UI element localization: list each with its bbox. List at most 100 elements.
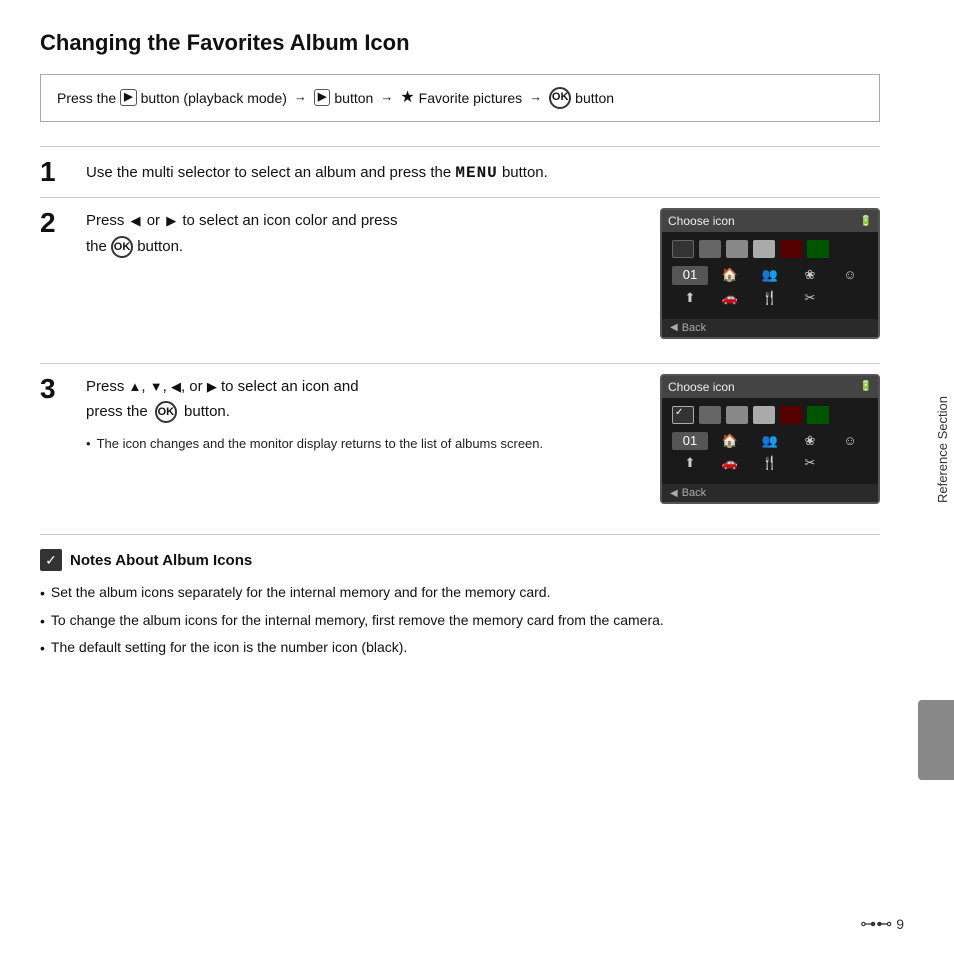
cam2-icon-arrow: ⬆ — [672, 454, 708, 472]
step-2-num: 2 — [40, 208, 76, 239]
swatch-selected — [672, 240, 694, 258]
note-2-text: To change the album icons for the intern… — [51, 609, 664, 631]
cam1-title: Choose icon — [668, 214, 735, 228]
ok-btn-breadcrumb: OK — [549, 87, 571, 109]
page-title: Changing the Favorites Album Icon — [40, 30, 880, 56]
cam2-icon-row2: ⬆ 🚗 🍴 ✂ — [672, 454, 868, 472]
cam1-back-icon: ◀ — [670, 322, 678, 333]
step-3-tri-down: ▼ — [150, 379, 163, 394]
cam2-swatch-6 — [807, 406, 829, 424]
step-1-num: 1 — [40, 157, 76, 188]
icon-scissors: ✂ — [792, 289, 828, 307]
icon-house: 🏠 — [712, 266, 748, 284]
step-3-main-text: Press ▲, ▼, ◀, or ▶ to select an icon an… — [86, 374, 640, 400]
step-1-text-before: Use the multi selector to select an albu… — [86, 164, 451, 181]
icon-flower: ❀ — [792, 266, 828, 284]
cam2-icon-face: ☺ — [832, 432, 868, 450]
cam1-battery: 🔋 — [860, 216, 872, 227]
step-3-layout: Press ▲, ▼, ◀, or ▶ to select an icon an… — [86, 374, 880, 504]
step-2-or: or — [147, 212, 160, 229]
divider-3 — [40, 363, 880, 364]
arrow2: → — [380, 87, 393, 108]
step-2-text: Press ◀ or ▶ to select an icon color and… — [86, 208, 640, 259]
icon-fork: 🍴 — [752, 289, 788, 307]
cam2-icon-house: 🏠 — [712, 432, 748, 450]
cam2-icon-people: 👥 — [752, 432, 788, 450]
cam2-icon-flower: ❀ — [792, 432, 828, 450]
cam2-swatch-3 — [726, 406, 748, 424]
divider-2 — [40, 197, 880, 198]
step-3-row: 3 Press ▲, ▼, ◀, or ▶ to select an icon … — [40, 374, 880, 514]
swatch-2 — [699, 240, 721, 258]
cam1-icon-row1: 01 🏠 👥 ❀ ☺ — [672, 266, 868, 284]
camera-screen-1: Choose icon 🔋 01 — [660, 208, 880, 338]
cam2-color-row: ✓ — [672, 406, 868, 424]
breadcrumb-box: Press the ▶ button (playback mode) → ▶ b… — [40, 74, 880, 122]
icon-num: 01 — [672, 266, 708, 284]
cam2-battery: 🔋 — [860, 381, 872, 392]
step-2-ok: OK — [111, 236, 133, 258]
step-3-ok: OK — [155, 401, 177, 423]
step-1-row: 1 Use the multi selector to select an al… — [40, 157, 880, 188]
page-number: 9 — [896, 916, 904, 932]
step-3-num: 3 — [40, 374, 76, 405]
camera-screen-2: Choose icon 🔋 ✓ — [660, 374, 880, 504]
cam2-swatch-4 — [753, 406, 775, 424]
arrow3: → — [529, 87, 542, 108]
notes-list: Set the album icons separately for the i… — [40, 581, 880, 659]
bullet-dot: • — [86, 433, 91, 455]
playback-btn-1: ▶ — [120, 89, 136, 106]
notes-check-icon: ✓ — [40, 549, 62, 571]
sidebar-label: Reference Section — [931, 300, 954, 600]
notes-title: Notes About Album Icons — [70, 552, 252, 569]
note-1-text: Set the album icons separately for the i… — [51, 581, 551, 603]
swatch-3 — [726, 240, 748, 258]
step-3-tri-right: ▶ — [207, 379, 217, 394]
step-3-text-after: to select an icon and — [221, 378, 359, 395]
step-3-or: or — [189, 378, 207, 395]
cam2-icon-row1: 01 🏠 👥 ❀ ☺ — [672, 432, 868, 450]
note-item-3: The default setting for the icon is the … — [40, 636, 880, 659]
step-3-tri-left: ◀ — [171, 379, 181, 394]
cam1-icon-row2: ⬆ 🚗 🍴 ✂ — [672, 289, 868, 307]
breadcrumb-text1: Press the — [57, 87, 116, 109]
cam2-body: ✓ 01 🏠 👥 ❀ ☺ — [662, 398, 878, 484]
step-3-press: Press — [86, 378, 124, 395]
step-3-line2: press the OK button. — [86, 399, 640, 425]
icon-face: ☺ — [832, 266, 868, 284]
step-2-tri-right: ▶ — [166, 213, 176, 228]
step-1-text2: button. — [502, 164, 548, 181]
breadcrumb-text3: button — [334, 87, 373, 109]
notes-header: ✓ Notes About Album Icons — [40, 549, 880, 571]
cam2-swatch-2 — [699, 406, 721, 424]
step-2-tri-left: ◀ — [131, 213, 141, 228]
cam2-icon-fork: 🍴 — [752, 454, 788, 472]
divider-1 — [40, 146, 880, 147]
icon-arrow: ⬆ — [672, 289, 708, 307]
step-2-button: button. — [137, 238, 183, 255]
cam1-back-label: Back — [682, 322, 706, 334]
star-icon: ★ — [400, 85, 414, 111]
note-item-2: To change the album icons for the intern… — [40, 609, 880, 632]
menu-word: MENU — [455, 164, 497, 182]
breadcrumb-text4: Favorite pictures — [419, 87, 522, 109]
cam2-icon-car: 🚗 — [712, 454, 748, 472]
cam1-title-bar: Choose icon 🔋 — [662, 210, 878, 232]
swatch-5 — [780, 240, 802, 258]
bullet-text: The icon changes and the monitor display… — [97, 433, 544, 455]
arrow1: → — [294, 87, 307, 108]
step-3-press-the: press the — [86, 403, 148, 420]
cam1-footer: ◀ Back — [662, 319, 878, 337]
step-3-tri-up: ▲ — [129, 379, 142, 394]
cam2-title: Choose icon — [668, 380, 735, 394]
note-3-text: The default setting for the icon is the … — [51, 636, 407, 658]
binoculars-icon: ⊶⊷ — [860, 914, 892, 934]
step-2-text-after: to select an icon color and press — [182, 212, 397, 229]
cam2-icon-num: 01 — [672, 432, 708, 450]
icon-car: 🚗 — [712, 289, 748, 307]
step-2-layout: Press ◀ or ▶ to select an icon color and… — [86, 208, 880, 338]
cam2-back-icon: ◀ — [670, 488, 678, 499]
cam2-title-bar: Choose icon 🔋 — [662, 376, 878, 398]
icon-people: 👥 — [752, 266, 788, 284]
cam2-swatch-selected: ✓ — [672, 406, 694, 424]
